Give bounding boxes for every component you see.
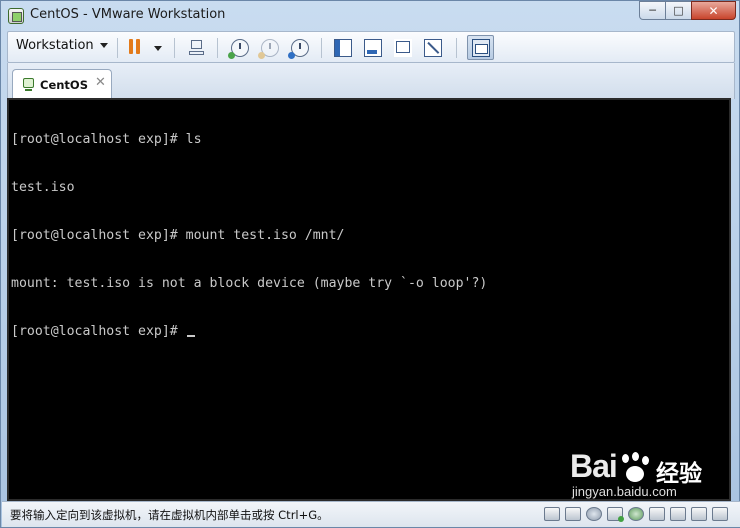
maximize-button[interactable]: □ <box>665 1 692 20</box>
message-icon[interactable] <box>712 507 728 521</box>
terminal-prompt: [root@localhost exp]# <box>11 324 186 339</box>
hard-disk-icon[interactable] <box>565 507 581 521</box>
close-button[interactable]: ✕ <box>691 1 736 20</box>
virtual-machine-icon <box>21 78 35 92</box>
baidu-watermark: Bai 经验 jingyan.baidu.com <box>570 448 729 499</box>
vmware-app-icon[interactable] <box>8 8 24 24</box>
hard-disk-icon[interactable] <box>544 507 560 521</box>
toolbar-divider <box>117 38 118 58</box>
workstation-menu-label: Workstation <box>16 38 94 53</box>
window-controls: ─ □ ✕ <box>639 1 736 21</box>
tab-centos[interactable]: CentOS ✕ <box>12 69 112 100</box>
usb-icon[interactable] <box>628 507 644 521</box>
terminal-output: [root@localhost exp]# ls test.iso [root@… <box>11 100 487 372</box>
pause-icon[interactable] <box>129 39 147 57</box>
snapshot-take-icon[interactable] <box>228 39 249 59</box>
vm-console[interactable]: [root@localhost exp]# ls test.iso [root@… <box>7 98 731 501</box>
snapshot-revert-icon[interactable] <box>258 39 279 59</box>
network-icon[interactable] <box>188 39 206 57</box>
device-icons <box>544 507 728 522</box>
toolbar-divider <box>217 38 218 58</box>
full-screen-icon[interactable] <box>394 39 412 57</box>
thumbnail-view-button[interactable] <box>467 35 494 60</box>
title-bar: CentOS - VMware Workstation ─ □ ✕ <box>1 1 740 30</box>
vmware-window: CentOS - VMware Workstation ─ □ ✕ Workst… <box>0 0 740 528</box>
terminal-line: [root@localhost exp]# mount test.iso /mn… <box>11 228 345 243</box>
main-toolbar: Workstation <box>7 31 735 63</box>
tab-label: CentOS <box>40 78 88 92</box>
terminal-line: mount: test.iso is not a block device (m… <box>11 276 488 291</box>
workstation-menu-button[interactable]: Workstation <box>16 38 108 53</box>
cd-dvd-icon[interactable] <box>586 507 602 521</box>
toolbar-divider <box>456 38 457 58</box>
status-bar: 要将输入定向到该虚拟机，请在虚拟机内部单击或按 Ctrl+G。 <box>2 501 740 527</box>
thumbnail-view-icon <box>472 39 490 57</box>
watermark-url: jingyan.baidu.com <box>572 484 677 499</box>
terminal-line: [root@localhost exp]# ls <box>11 132 202 147</box>
display-icon[interactable] <box>691 507 707 521</box>
minimize-button[interactable]: ─ <box>639 1 666 20</box>
sound-icon[interactable] <box>649 507 665 521</box>
network-adapter-icon[interactable] <box>607 507 624 522</box>
toolbar-divider <box>174 38 175 58</box>
power-menu-chevron-icon[interactable] <box>154 46 162 51</box>
window-title: CentOS - VMware Workstation <box>30 7 226 22</box>
toolbar-divider <box>321 38 322 58</box>
baidu-paw-icon <box>618 452 652 484</box>
library-view-icon[interactable] <box>334 39 352 57</box>
snapshot-manager-icon[interactable] <box>288 39 309 59</box>
status-message: 要将输入定向到该虚拟机，请在虚拟机内部单击或按 Ctrl+G。 <box>10 508 329 522</box>
watermark-cn: 经验 <box>656 461 702 487</box>
chevron-down-icon <box>99 43 108 48</box>
vm-tab-strip: CentOS ✕ <box>7 63 735 100</box>
terminal-prompt-line: [root@localhost exp]# <box>11 324 487 340</box>
unity-icon[interactable] <box>424 39 442 57</box>
console-view-icon[interactable] <box>364 39 382 57</box>
tab-close-icon[interactable]: ✕ <box>95 75 106 90</box>
terminal-cursor <box>186 335 195 337</box>
watermark-brand: Bai <box>570 448 618 484</box>
terminal-line: test.iso <box>11 180 75 195</box>
printer-icon[interactable] <box>670 507 686 521</box>
